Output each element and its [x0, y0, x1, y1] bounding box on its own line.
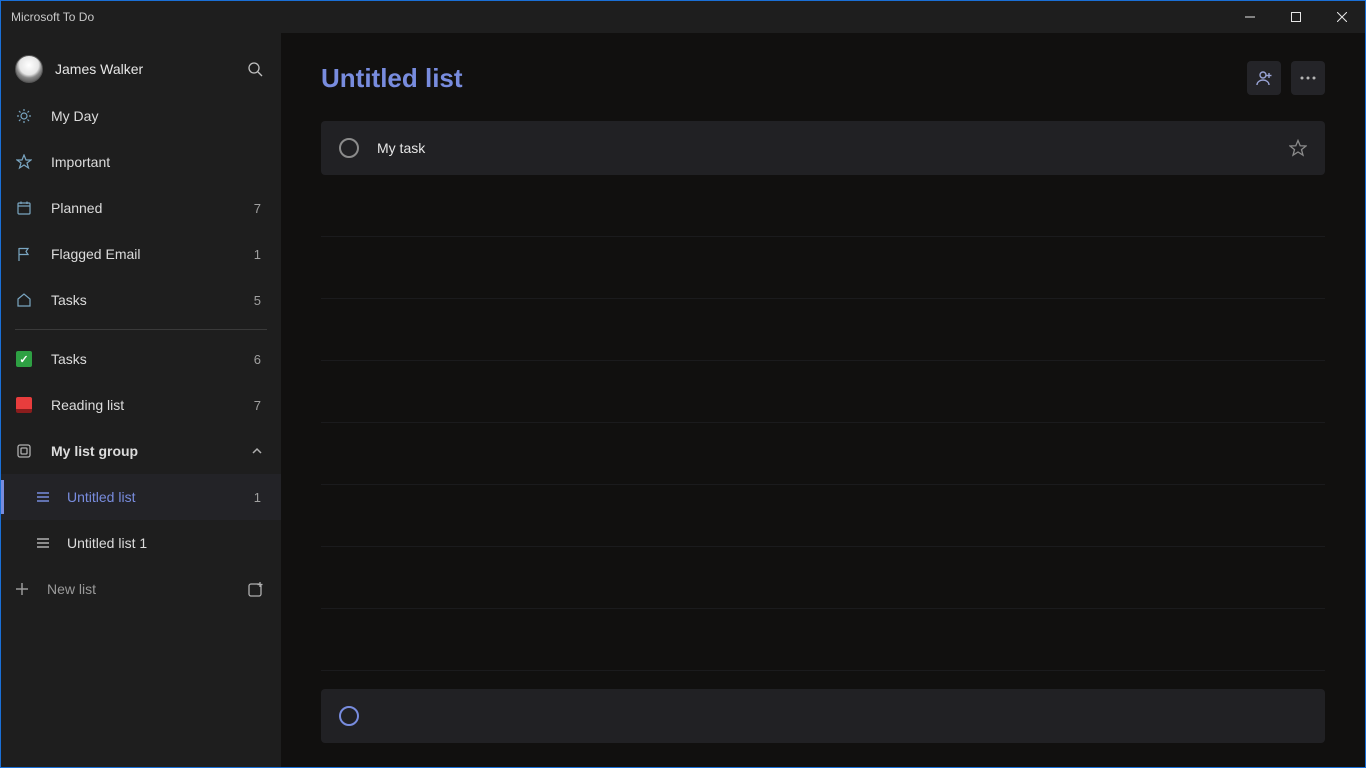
app-body: James Walker [1, 33, 1365, 767]
person-add-icon [1255, 69, 1273, 87]
empty-row [321, 245, 1325, 299]
add-task-input[interactable] [377, 708, 1307, 724]
sidebar-group-item-untitled-1[interactable]: Untitled list 1 [1, 520, 281, 566]
list-header: Untitled list [321, 61, 1325, 95]
sidebar-group-label: My list group [51, 443, 267, 459]
sidebar-item-count: 5 [254, 293, 267, 308]
add-task-row[interactable] [321, 689, 1325, 743]
chevron-up-icon [251, 445, 263, 457]
close-button[interactable] [1319, 1, 1365, 33]
ellipsis-icon [1300, 76, 1316, 80]
empty-row [321, 617, 1325, 671]
main-panel: Untitled list [281, 33, 1365, 767]
user-row[interactable]: James Walker [1, 45, 281, 93]
sidebar-item-count: 7 [254, 201, 267, 216]
empty-row [321, 307, 1325, 361]
add-task-icon [339, 706, 359, 726]
sidebar-item-label: My Day [51, 108, 243, 124]
empty-row [321, 369, 1325, 423]
empty-row [321, 183, 1325, 237]
empty-row [321, 555, 1325, 609]
sidebar-divider [15, 329, 267, 330]
more-button[interactable] [1291, 61, 1325, 95]
sidebar-item-label: Planned [51, 200, 236, 216]
sidebar-group-header[interactable]: My list group [1, 428, 281, 474]
sidebar-group-item-untitled[interactable]: Untitled list 1 [1, 474, 281, 520]
sidebar-item-my-day[interactable]: My Day [1, 93, 281, 139]
minimize-button[interactable] [1227, 1, 1273, 33]
list-title[interactable]: Untitled list [321, 63, 463, 94]
sidebar-item-label: Tasks [51, 351, 236, 367]
sidebar-list-reading[interactable]: Reading list 7 [1, 382, 281, 428]
app-window: Microsoft To Do James Walker [0, 0, 1366, 768]
share-button[interactable] [1247, 61, 1281, 95]
empty-row [321, 493, 1325, 547]
new-group-icon[interactable] [247, 580, 265, 598]
list-lines-icon [35, 535, 51, 551]
sidebar-item-count: 6 [254, 352, 267, 367]
sidebar-item-label: Tasks [51, 292, 236, 308]
sidebar-item-count: 7 [254, 398, 267, 413]
list-lines-icon [35, 489, 51, 505]
list-color-icon [15, 397, 33, 413]
smart-lists: My Day Important [1, 93, 281, 612]
sidebar-item-count: 1 [254, 490, 267, 505]
sidebar-item-label: Untitled list 1 [67, 535, 245, 551]
sidebar-list-tasks[interactable]: Tasks 6 [1, 336, 281, 382]
complete-toggle[interactable] [339, 138, 359, 158]
task-title: My task [377, 140, 1271, 156]
sidebar-item-label: Untitled list [67, 489, 238, 505]
window-title: Microsoft To Do [11, 10, 94, 24]
maximize-button[interactable] [1273, 1, 1319, 33]
list-color-icon [15, 351, 33, 367]
search-icon[interactable] [247, 61, 263, 77]
sidebar-item-count: 1 [254, 247, 267, 262]
user-name: James Walker [55, 61, 143, 77]
sidebar: James Walker [1, 33, 281, 767]
empty-row [321, 431, 1325, 485]
flag-icon [15, 246, 33, 262]
sidebar-item-tasks[interactable]: Tasks 5 [1, 277, 281, 323]
sidebar-item-label: Flagged Email [51, 246, 236, 262]
sidebar-item-planned[interactable]: Planned 7 [1, 185, 281, 231]
sidebar-item-important[interactable]: Important [1, 139, 281, 185]
group-icon [15, 443, 33, 459]
calendar-icon [15, 200, 33, 216]
titlebar[interactable]: Microsoft To Do [1, 1, 1365, 33]
tasks-area: My task [321, 121, 1325, 747]
sun-icon [15, 108, 33, 124]
sidebar-item-label: Reading list [51, 397, 236, 413]
task-row[interactable]: My task [321, 121, 1325, 175]
new-list-row[interactable]: New list [1, 566, 281, 612]
new-list-label: New list [47, 581, 96, 597]
sidebar-item-label: Important [51, 154, 243, 170]
header-actions [1247, 61, 1325, 95]
home-icon [15, 292, 33, 308]
window-controls [1227, 1, 1365, 33]
plus-icon [15, 582, 29, 596]
star-icon [15, 154, 33, 170]
avatar [15, 55, 43, 83]
sidebar-item-flagged[interactable]: Flagged Email 1 [1, 231, 281, 277]
star-icon[interactable] [1289, 139, 1307, 157]
